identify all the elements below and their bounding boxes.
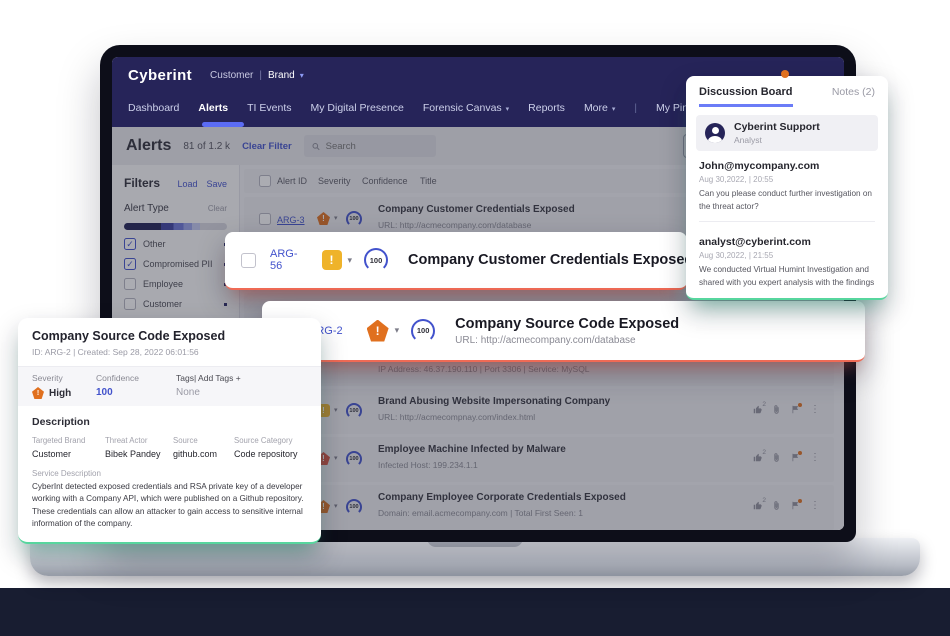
tab-discussion-board[interactable]: Discussion Board [699,86,793,107]
highlighted-alert-card-arg56[interactable]: ARG-56 ! ▾ 100 Company Customer Credenti… [225,232,687,290]
chevron-down-icon: ▾ [612,106,616,113]
alert-subtitle: URL: http://acmecompany.com/database [455,335,679,346]
support-name: Cyberint Support [734,121,820,133]
detail-meta: ID: ARG-2 | Created: Sep 28, 2022 06:01:… [32,347,307,357]
field-value: Bibek Pandey [105,449,168,459]
nav-separator: | [634,103,637,114]
field-label: Source [173,436,229,445]
nav-item-reports[interactable]: Reports [528,102,565,114]
message-divider [699,221,875,222]
alert-detail-card: Company Source Code Exposed ID: ARG-2 | … [18,318,321,544]
message-author: John@mycompany.com [699,160,875,172]
highlighted-alert-card-arg2[interactable]: ARG-2 ! ▾ 100 Company Source Code Expose… [262,301,865,362]
tags-value: None [176,387,307,398]
row-checkbox[interactable] [241,253,256,268]
notification-dot [781,70,789,78]
field-label: Source Category [234,436,307,445]
confidence-gauge: 100 [411,319,435,343]
tab-notes[interactable]: Notes (2) [832,86,875,98]
hero-composition: Cyberint Customer | Brand ▾ Dashboard Al… [0,0,950,636]
field-value: Customer [32,449,100,459]
support-analyst-row: Cyberint Support Analyst [696,115,878,151]
background-band [0,588,950,636]
add-tags-button[interactable]: Tags| Add Tags + [176,373,307,383]
severity-high-icon: ! [32,387,44,399]
nav-item-more[interactable]: More▾ [584,102,615,114]
workspace-separator: | [259,70,262,81]
discussion-message: John@mycompany.com Aug 30,2022, | 20:55 … [686,151,888,216]
severity-high-icon: ! [367,320,389,342]
field-label: Targeted Brand [32,436,100,445]
description-section-title: Description [32,416,307,428]
nav-item-alerts[interactable]: Alerts [198,102,228,114]
severity-medium-icon: ! [322,250,342,270]
field-value: Code repository [234,449,307,459]
confidence-value: 100 [96,387,176,398]
nav-item-dashboard[interactable]: Dashboard [128,102,179,114]
confidence-gauge: 100 [364,248,388,272]
message-time: Aug 30,2022, | 21:55 [699,251,875,260]
alert-title: Company Source Code Exposed [455,316,679,332]
brand-switcher[interactable]: Brand [268,70,295,81]
alert-title: Company Customer Credentials Exposed [408,252,693,268]
detail-title: Company Source Code Exposed [32,329,307,343]
nav-item-forensic-canvas[interactable]: Forensic Canvas▾ [423,102,509,114]
discussion-message: analyst@cyberint.com Aug 30,2022, | 21:5… [686,227,888,292]
message-time: Aug 30,2022, | 20:55 [699,175,875,184]
chevron-down-icon: ▾ [506,106,510,113]
nav-item-my-digital-presence[interactable]: My Digital Presence [311,102,404,114]
service-description-label: Service Description [32,469,307,478]
severity-label: Severity [32,373,96,383]
field-label: Threat Actor [105,436,168,445]
cyberint-logo: Cyberint [128,67,192,84]
message-text: Can you please conduct further investiga… [699,188,875,213]
severity-value: High [49,388,71,399]
support-role: Analyst [734,135,820,145]
severity-dropdown-chevron[interactable]: ▾ [348,255,353,266]
avatar-icon [705,123,725,143]
field-value: github.com [173,449,229,459]
service-description-text: CyberInt detected exposed credentials an… [32,481,307,530]
message-author: analyst@cyberint.com [699,236,875,248]
workspace-switcher[interactable]: Customer [210,70,253,81]
alert-id-link[interactable]: ARG-56 [270,248,298,272]
discussion-board-popup: Discussion Board Notes (2) Cyberint Supp… [686,76,888,300]
message-text: We conducted Virtual Humint Investigatio… [699,264,875,289]
severity-dropdown-chevron[interactable]: ▾ [395,325,400,336]
nav-item-ti-events[interactable]: TI Events [247,102,291,114]
chevron-down-icon: ▾ [300,71,304,80]
confidence-label: Confidence [96,373,176,383]
